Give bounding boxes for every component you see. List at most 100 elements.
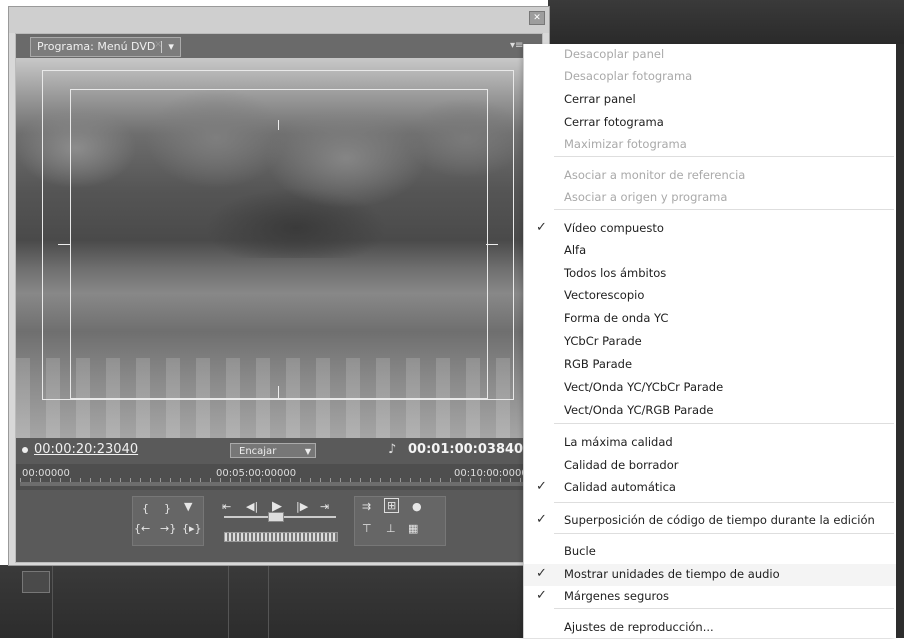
chevron-down-icon: ▼ xyxy=(304,447,311,456)
menu-item-label: La máxima calidad xyxy=(564,435,673,449)
menu-item-label: YCbCr Parade xyxy=(564,334,642,348)
step-forward-marker-icon[interactable]: ⇥ xyxy=(320,500,329,513)
menu-item-label: Mostrar unidades de tiempo de audio xyxy=(564,567,780,581)
menu-item-label: RGB Parade xyxy=(564,357,633,371)
menu-item-label: Cerrar fotograma xyxy=(564,115,664,129)
safe-margins-icon[interactable]: ⊞ xyxy=(384,498,400,513)
menu-item[interactable]: Forma de onda YC xyxy=(524,308,896,330)
checkmark-icon: ✓ xyxy=(536,588,547,603)
app-header-bar xyxy=(548,0,904,44)
marker-icon[interactable]: ▼ xyxy=(184,500,192,513)
panel-menu-icon[interactable]: ▾≡ xyxy=(510,40,523,51)
menu-item[interactable]: ✓ Márgenes seguros xyxy=(524,586,896,608)
menu-item[interactable]: Todos los ámbitos xyxy=(524,263,896,285)
menu-item: Desacoplar panel xyxy=(524,44,896,66)
current-timecode[interactable]: 00:00:20:23040 xyxy=(22,442,138,457)
menu-item[interactable]: Cerrar panel xyxy=(524,89,896,111)
export-frame-icon[interactable]: ▦ xyxy=(408,522,418,535)
menu-item-label: Vect/Onda YC/RGB Parade xyxy=(564,403,714,417)
checkmark-icon: ✓ xyxy=(536,220,547,235)
safe-title-margin xyxy=(70,89,488,399)
menu-item[interactable]: La máxima calidad xyxy=(524,432,896,454)
menu-item-label: Forma de onda YC xyxy=(564,311,669,325)
menu-item-label: Calidad automática xyxy=(564,480,676,494)
extract-icon[interactable]: ⊤ xyxy=(362,522,372,535)
panel-frame-top xyxy=(9,7,549,33)
menu-item[interactable]: Cerrar fotograma xyxy=(524,112,896,134)
menu-item[interactable]: ✓ Calidad automática xyxy=(524,477,896,499)
menu-item-label: Alfa xyxy=(564,243,587,257)
trim-icon[interactable]: ⊥ xyxy=(386,522,396,535)
menu-item-label: Márgenes seguros xyxy=(564,589,670,603)
output-icon[interactable]: ● xyxy=(412,500,422,513)
mark-in-icon[interactable]: { xyxy=(142,502,149,515)
menu-item-label: Calidad de borrador xyxy=(564,458,679,472)
shuttle-slider[interactable] xyxy=(268,512,284,522)
menu-item[interactable]: ✓ Mostrar unidades de tiempo de audio xyxy=(524,564,896,586)
menu-item[interactable]: ✓ Superposición de código de tiempo duran… xyxy=(524,510,896,532)
menu-item-label: Vect/Onda YC/YCbCr Parade xyxy=(564,380,724,394)
safe-tick xyxy=(58,244,70,245)
checkmark-icon: ✓ xyxy=(536,512,547,527)
panel-context-menu: Desacoplar panel Desacoplar fotograma Cerr… xyxy=(523,44,896,638)
zoom-select[interactable]: Encajar ▼ xyxy=(230,443,316,458)
step-back-marker-icon[interactable]: ⇤ xyxy=(222,500,231,513)
menu-item[interactable]: Vectorescopio xyxy=(524,285,896,307)
menu-item[interactable]: Vect/Onda YC/RGB Parade xyxy=(524,400,896,422)
safe-tick xyxy=(278,386,279,398)
video-preview xyxy=(16,58,542,438)
menu-item-label: Maximizar fotograma xyxy=(564,137,687,151)
step-forward-icon[interactable]: |▶ xyxy=(296,500,308,513)
menu-item[interactable]: Bucle xyxy=(524,541,896,563)
menu-item-label: Ajustes de reproducción... xyxy=(564,620,714,634)
time-ruler[interactable]: 00:00000 00:05:00:00000 00:10:00:00000 xyxy=(16,464,542,490)
safe-tick xyxy=(486,244,498,245)
jog-wheel[interactable] xyxy=(224,532,338,542)
app-right-edge xyxy=(895,44,904,638)
menu-item: Desacoplar fotograma xyxy=(524,66,896,88)
menu-item[interactable]: YCbCr Parade xyxy=(524,331,896,353)
safe-tick xyxy=(278,120,279,130)
step-back-icon[interactable]: ◀| xyxy=(246,500,258,513)
menu-separator xyxy=(554,156,894,157)
menu-separator xyxy=(554,533,894,534)
menu-item[interactable]: Alfa xyxy=(524,240,896,262)
menu-item: Asociar a monitor de referencia xyxy=(524,165,896,187)
menu-separator xyxy=(554,423,894,424)
timeline-strip xyxy=(0,565,560,638)
menu-item[interactable]: RGB Parade xyxy=(524,354,896,376)
menu-separator xyxy=(554,608,894,609)
menu-item-label: Asociar a monitor de referencia xyxy=(564,168,746,182)
go-to-out-icon[interactable]: →} xyxy=(160,522,176,535)
menu-item-label: Cerrar panel xyxy=(564,92,636,106)
timeline-divider xyxy=(52,565,53,638)
menu-item-label: Desacoplar fotograma xyxy=(564,69,693,83)
menu-item: Asociar a origen y programa xyxy=(524,187,896,209)
frame-close-icon[interactable]: ✕ xyxy=(529,11,545,25)
timeline-divider xyxy=(268,565,269,638)
program-monitor: Programa: Menú DVD ▾ × ▾≡ 00:00:20:23040 … xyxy=(15,33,543,563)
mark-out-icon[interactable]: } xyxy=(164,502,171,515)
go-to-in-icon[interactable]: {← xyxy=(134,522,150,535)
menu-item[interactable]: ✓ Vídeo compuesto xyxy=(524,218,896,240)
menu-separator xyxy=(554,502,894,503)
tab-close-icon[interactable]: × xyxy=(154,39,162,50)
lift-icon[interactable]: ⇉ xyxy=(362,500,371,513)
panel-tab-bar: Programa: Menú DVD ▾ × ▾≡ xyxy=(16,34,542,58)
chevron-down-icon[interactable]: ▾ xyxy=(168,40,174,53)
menu-item[interactable]: Calidad de borrador xyxy=(524,455,896,477)
timeline-button[interactable] xyxy=(22,571,50,593)
duration-timecode: 00:01:00:03840 xyxy=(408,442,524,457)
play-in-to-out-icon[interactable]: {▸} xyxy=(182,522,202,535)
ruler-track xyxy=(20,482,540,486)
menu-item-label: Vectorescopio xyxy=(564,288,645,302)
menu-item-label: Todos los ámbitos xyxy=(564,266,667,280)
timecode-row: 00:00:20:23040 Encajar ▼ ♪ 00:01:00:03840 xyxy=(16,438,542,464)
menu-item: Maximizar fotograma xyxy=(524,134,896,156)
menu-item-label: Vídeo compuesto xyxy=(564,221,664,235)
menu-item-label: Bucle xyxy=(564,544,596,558)
menu-item[interactable]: Vect/Onda YC/YCbCr Parade xyxy=(524,377,896,399)
program-monitor-panel: ✕ Programa: Menú DVD ▾ × ▾≡ 00:00:20:2304… xyxy=(8,6,550,566)
playhead-dot-icon xyxy=(22,446,28,453)
menu-item[interactable]: Ajustes de reproducción... xyxy=(524,617,896,639)
